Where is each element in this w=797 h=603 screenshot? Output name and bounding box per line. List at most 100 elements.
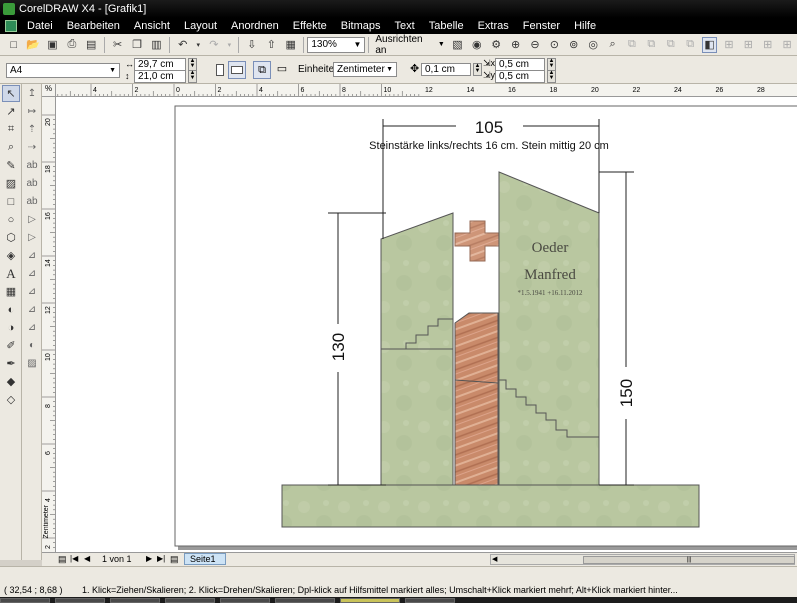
scrollbar-thumb[interactable]: ||| <box>583 556 795 564</box>
menu-bearbeiten[interactable]: Bearbeiten <box>60 18 127 34</box>
drawing-canvas[interactable]: Oeder Manfred *1.5.1941 +16.11.2012 105 … <box>56 97 797 552</box>
vertical-ruler[interactable]: 20 18 16 14 12 10 8 6 4 2 <box>42 97 56 552</box>
drawing-subtitle[interactable]: Steinstärke links/rechts 16 cm. Stein mi… <box>369 140 609 152</box>
export-icon[interactable]: ⇧ <box>264 37 279 53</box>
nudge-distance-field[interactable]: 0,1 cm <box>421 63 471 76</box>
ruler-origin[interactable]: % <box>42 84 56 97</box>
flyout-text-1-icon[interactable]: ab <box>24 157 40 174</box>
right-stone[interactable] <box>498 171 600 486</box>
flyout-tool-4-icon[interactable]: ⇢ <box>24 139 40 156</box>
nudge-distance-spinner[interactable]: ▲ ▼ <box>473 63 482 76</box>
interactive-fill-tool-icon[interactable]: ◇ <box>2 391 20 408</box>
zoom-all-icon[interactable]: ⊚ <box>566 37 581 53</box>
welcome-screen-icon[interactable]: ▧ <box>450 37 465 53</box>
page-tab-seite1[interactable]: Seite1 <box>184 553 226 565</box>
page-height-spinner[interactable]: ▲ ▼ <box>188 70 197 83</box>
portrait-button[interactable] <box>212 61 228 79</box>
page-size-select[interactable]: A4 ▼ <box>6 63 120 78</box>
flyout-tool-3-icon[interactable]: ⇡ <box>24 121 40 138</box>
duplicate-y-spinner[interactable]: ▲ ▼ <box>547 70 556 83</box>
taskbar-item-6[interactable] <box>275 598 335 603</box>
outline-tool-icon[interactable]: ✒ <box>2 355 20 372</box>
taskbar-item-2[interactable] <box>55 598 105 603</box>
zoom-in-icon[interactable]: ⊕ <box>508 37 523 53</box>
text-tool-icon[interactable]: A <box>2 265 20 282</box>
add-page-after-icon[interactable]: ▤ <box>170 554 179 565</box>
print-preview-icon[interactable]: ▤ <box>84 37 99 53</box>
page-height-field[interactable]: 21,0 cm <box>134 70 186 83</box>
duplicate-y-field[interactable]: 0,5 cm <box>495 70 545 83</box>
horizontal-scrollbar[interactable]: ◀ ||| <box>490 554 795 565</box>
save-icon[interactable]: ▣ <box>45 37 60 53</box>
flyout-text-2-icon[interactable]: ab <box>24 175 40 192</box>
arrange-icon-3[interactable]: ⧉ <box>663 37 678 53</box>
flyout-tool-1-icon[interactable]: ↥ <box>24 85 40 102</box>
arrange-icon-2[interactable]: ⧉ <box>644 37 659 53</box>
taskbar-item-1[interactable] <box>0 598 50 603</box>
redo-dropdown-icon[interactable]: ▾ <box>226 37 234 53</box>
flyout-tool-15-icon[interactable]: ◐ <box>24 337 40 354</box>
copy-icon[interactable]: ❐ <box>129 37 144 53</box>
units-select[interactable]: Zentimeter ▼ <box>333 62 397 77</box>
add-page-icon[interactable]: ▤ <box>58 554 67 565</box>
menu-anordnen[interactable]: Anordnen <box>224 18 286 34</box>
flyout-tool-12-icon[interactable]: ⊿ <box>24 283 40 300</box>
menu-text[interactable]: Text <box>388 18 422 34</box>
application-launcher-icon[interactable]: ▦ <box>283 37 298 53</box>
import-icon[interactable]: ⇩ <box>244 37 259 53</box>
zoom-width-icon[interactable]: ⌕ <box>605 37 620 53</box>
basic-shapes-tool-icon[interactable]: ◈ <box>2 247 20 264</box>
options-icon[interactable]: ⚙ <box>489 37 504 53</box>
paste-icon[interactable]: ▥ <box>149 37 164 53</box>
align-icon-1[interactable]: ⊞ <box>721 37 736 53</box>
current-page-button[interactable]: ▭ <box>274 61 290 79</box>
menu-hilfe[interactable]: Hilfe <box>567 18 603 34</box>
ellipse-tool-icon[interactable]: ○ <box>2 211 20 228</box>
flyout-tool-2-icon[interactable]: ↦ <box>24 103 40 120</box>
center-granite-stone[interactable] <box>454 312 499 486</box>
interactive-blend-tool-icon[interactable]: ◐ <box>2 301 20 318</box>
pick-tool-icon[interactable]: ↖ <box>2 85 20 102</box>
zoom-level-select[interactable]: 130% ▼ <box>307 36 366 53</box>
rectangle-tool-icon[interactable]: □ <box>2 193 20 210</box>
zoom-out-icon[interactable]: ⊖ <box>527 37 542 53</box>
inscription-dates[interactable]: *1.5.1941 +16.11.2012 <box>518 289 583 297</box>
landscape-button[interactable] <box>228 61 246 79</box>
menu-ansicht[interactable]: Ansicht <box>127 18 177 34</box>
view-mode-icon[interactable]: ◧ <box>701 36 718 53</box>
horizontal-ruler[interactable]: 4 2 0 2 4 6 8 10 12 14 16 18 20 22 24 26 28 <box>56 84 797 97</box>
table-tool-icon[interactable]: ▦ <box>2 283 20 300</box>
transparency-tool-icon[interactable]: ◑ <box>2 319 20 336</box>
zoom-selected-icon[interactable]: ⊙ <box>547 37 562 53</box>
arrange-icon-1[interactable]: ⧉ <box>624 37 639 53</box>
undo-dropdown-icon[interactable]: ▾ <box>194 37 202 53</box>
dim-top-value[interactable]: 105 <box>475 118 503 137</box>
align-icon-4[interactable]: ⊞ <box>779 37 794 53</box>
taskbar-item-4[interactable] <box>165 598 215 603</box>
flyout-tool-14-icon[interactable]: ⊿ <box>24 319 40 336</box>
inscription-first-name[interactable]: Oeder <box>532 240 569 256</box>
open-folder-icon[interactable]: 📂 <box>25 37 40 53</box>
flyout-tool-13-icon[interactable]: ⊿ <box>24 301 40 318</box>
corel-online-icon[interactable]: ◉ <box>469 37 484 53</box>
taskbar-item-8[interactable] <box>405 598 455 603</box>
eyedropper-tool-icon[interactable]: ✐ <box>2 337 20 354</box>
crop-tool-icon[interactable]: ⌗ <box>2 121 20 138</box>
taskbar-item-7[interactable] <box>340 598 400 603</box>
menu-fenster[interactable]: Fenster <box>516 18 567 34</box>
menu-bitmaps[interactable]: Bitmaps <box>334 18 388 34</box>
align-icon-3[interactable]: ⊞ <box>760 37 775 53</box>
taskbar-item-3[interactable] <box>110 598 160 603</box>
menu-effekte[interactable]: Effekte <box>286 18 334 34</box>
smart-fill-tool-icon[interactable]: ▨ <box>2 175 20 192</box>
new-document-icon[interactable]: □ <box>6 37 21 53</box>
prev-page-icon[interactable]: ◀ <box>84 554 90 563</box>
align-to-dropdown[interactable]: Ausrichten an ▼ <box>372 34 447 56</box>
freehand-tool-icon[interactable]: ✎ <box>2 157 20 174</box>
zoom-tool-icon[interactable]: ⌕ <box>2 139 20 156</box>
flyout-text-3-icon[interactable]: ab <box>24 193 40 210</box>
menu-datei[interactable]: Datei <box>20 18 60 34</box>
dim-left-value[interactable]: 130 <box>329 333 348 361</box>
fill-tool-icon[interactable]: ◆ <box>2 373 20 390</box>
flyout-tool-11-icon[interactable]: ⊿ <box>24 265 40 282</box>
